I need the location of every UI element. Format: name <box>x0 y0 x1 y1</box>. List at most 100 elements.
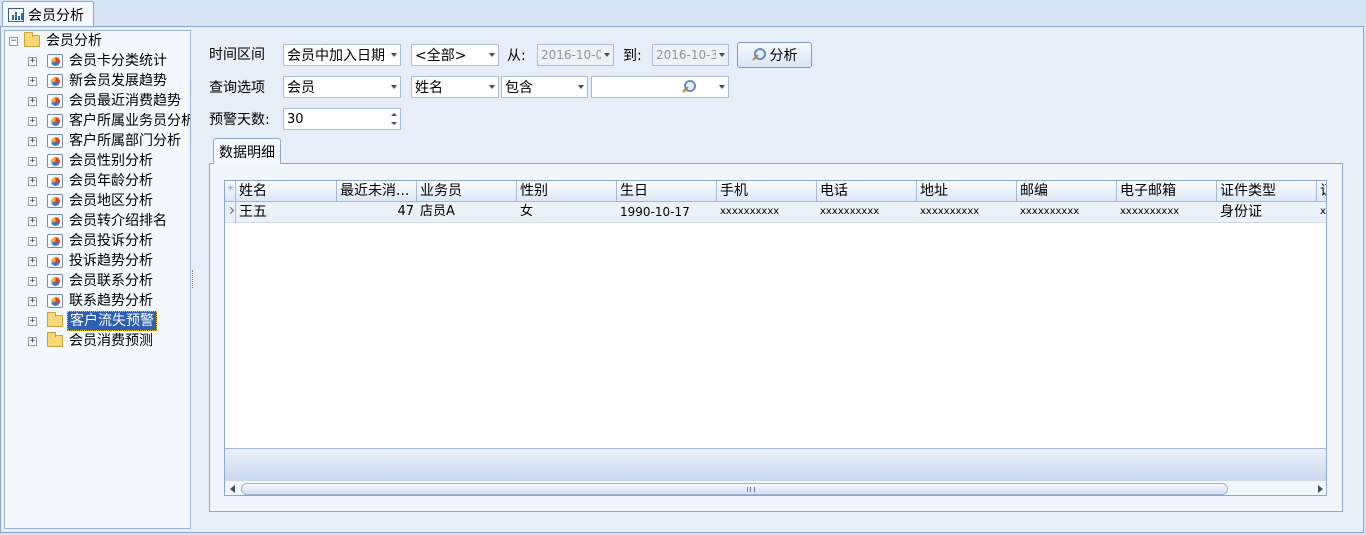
tree-root[interactable]: − 会员分析 <box>9 31 104 51</box>
tree-item[interactable]: + 客户所属业务员分析 <box>28 111 191 131</box>
expand-icon[interactable]: + <box>28 256 37 266</box>
expand-icon[interactable]: + <box>28 276 37 286</box>
table-cell[interactable]: 店员A <box>417 202 517 222</box>
table-cell[interactable]: xxxxxxxxxx <box>917 202 1017 222</box>
expand-icon[interactable]: + <box>28 76 37 86</box>
query-options-label: 查询选项 <box>209 80 265 96</box>
column-header[interactable]: 姓名 <box>236 181 337 202</box>
table-cell[interactable]: xx <box>1317 202 1326 222</box>
expand-icon[interactable]: + <box>28 176 37 186</box>
expand-icon[interactable]: + <box>28 136 37 146</box>
query-operator-select[interactable]: 包含 <box>501 76 588 98</box>
expand-icon[interactable]: + <box>28 96 37 106</box>
tree-item[interactable]: + 联系趋势分析 <box>28 291 155 311</box>
data-grid[interactable]: ✳ 姓名 最近未消... 业务员 性别 生日 手机 电话 地址 邮编 电子邮箱 … <box>224 180 1327 496</box>
tab-data-detail-label: 数据明细 <box>219 144 275 161</box>
analyze-button-label: 分析 <box>769 48 798 64</box>
column-header[interactable]: 手机 <box>717 181 817 202</box>
column-header[interactable]: 电话 <box>817 181 917 202</box>
tree-item-label: 会员卡分类统计 <box>69 53 167 69</box>
column-header[interactable]: 地址 <box>917 181 1017 202</box>
expand-icon[interactable]: + <box>28 116 37 126</box>
pie-chart-icon <box>47 214 63 228</box>
tree-item[interactable]: + 会员联系分析 <box>28 271 155 291</box>
pie-chart-icon <box>47 94 63 108</box>
time-field-select[interactable]: 会员中加入日期 <box>283 44 401 66</box>
column-header[interactable]: 性别 <box>517 181 617 202</box>
tree-item-label: 客户流失预警 <box>67 311 157 331</box>
tree-item[interactable]: + 投诉趋势分析 <box>28 251 155 271</box>
pie-chart-icon <box>47 134 63 148</box>
column-header[interactable]: 生日 <box>617 181 717 202</box>
table-cell[interactable]: 1990-10-17 <box>617 202 717 222</box>
expand-icon[interactable]: + <box>28 156 37 166</box>
expand-icon[interactable]: + <box>28 56 37 66</box>
collapse-icon[interactable]: − <box>9 36 18 46</box>
analyze-button[interactable]: 分析 <box>737 42 812 68</box>
tree-item-label: 会员性别分析 <box>69 153 153 169</box>
column-header[interactable]: 证 <box>1317 181 1326 202</box>
panel-splitter[interactable] <box>192 270 194 288</box>
analysis-panel: 时间区间 会员中加入日期 <全部> 从: 2016-10-0 到: 2016-1… <box>197 30 1363 529</box>
tree-item[interactable]: + 会员转介绍排名 <box>28 211 169 231</box>
tree-item[interactable]: + 会员性别分析 <box>28 151 155 171</box>
tree-item[interactable]: + 会员消费预测 <box>28 331 155 351</box>
analysis-tree[interactable]: − 会员分析 + 会员卡分类统计 + 新会员发展趋势 + 会员最近消费趋势 + … <box>4 30 191 529</box>
column-header[interactable]: 最近未消... <box>337 181 417 202</box>
expand-icon[interactable]: + <box>28 316 37 326</box>
query-target-select[interactable]: 会员 <box>283 76 401 98</box>
expand-icon[interactable]: + <box>28 236 37 246</box>
time-scope-select[interactable]: <全部> <box>411 44 499 66</box>
tree-item[interactable]: + 新会员发展趋势 <box>28 71 169 91</box>
tab-data-detail[interactable]: 数据明细 <box>213 138 281 164</box>
tree-item[interactable]: + 会员最近消费趋势 <box>28 91 183 111</box>
tree-item[interactable]: + 会员地区分析 <box>28 191 155 211</box>
column-header[interactable]: 电子邮箱 <box>1117 181 1217 202</box>
table-row[interactable]: 王五 47 店员A 女 1990-10-17 xxxxxxxxxx xxxxxx… <box>225 202 1326 223</box>
expand-icon[interactable]: + <box>28 216 37 226</box>
tree-item-selected[interactable]: + 客户流失预警 <box>28 311 157 331</box>
tree-item[interactable]: + 会员卡分类统计 <box>28 51 169 71</box>
tree-item-label: 会员联系分析 <box>69 273 153 289</box>
row-indicator-icon <box>225 202 236 223</box>
expand-icon[interactable]: + <box>28 336 37 346</box>
scroll-left-icon[interactable] <box>230 485 235 493</box>
column-header[interactable]: 证件类型 <box>1217 181 1317 202</box>
column-header[interactable]: 邮编 <box>1017 181 1117 202</box>
tree-item[interactable]: + 会员投诉分析 <box>28 231 155 251</box>
query-value-input[interactable] <box>591 76 729 98</box>
from-date-picker[interactable]: 2016-10-0 <box>537 44 614 66</box>
to-date-picker[interactable]: 2016-10-3 <box>652 44 729 66</box>
search-icon[interactable] <box>682 80 696 94</box>
tree-item[interactable]: + 客户所属部门分析 <box>28 131 183 151</box>
tree-item[interactable]: + 会员年龄分析 <box>28 171 155 191</box>
table-cell[interactable]: xxxxxxxxxx <box>817 202 917 222</box>
horizontal-scrollbar[interactable] <box>225 480 1326 495</box>
folder-icon <box>47 332 63 347</box>
scroll-right-icon[interactable] <box>1318 485 1323 493</box>
table-cell[interactable]: xxxxxxxxxx <box>1017 202 1117 222</box>
chevron-down-icon <box>719 53 725 57</box>
to-label: 到: <box>623 48 642 64</box>
header-indicator: ✳ <box>225 181 236 202</box>
tree-item-label: 会员地区分析 <box>69 193 153 209</box>
query-field-value: 姓名 <box>415 80 443 96</box>
tree-item-label: 新会员发展趋势 <box>69 73 167 89</box>
column-header[interactable]: 业务员 <box>417 181 517 202</box>
expand-icon[interactable]: + <box>28 196 37 206</box>
table-cell[interactable]: xxxxxxxxxx <box>1117 202 1217 222</box>
spinner-arrows-icon[interactable] <box>389 110 399 128</box>
scrollbar-thumb[interactable] <box>241 483 1228 495</box>
table-cell[interactable]: 女 <box>517 202 617 222</box>
pie-chart-icon <box>47 54 63 68</box>
tree-item-label: 客户所属业务员分析 <box>69 113 191 129</box>
table-cell[interactable]: 47 <box>337 202 417 222</box>
table-cell[interactable]: 身份证 <box>1217 202 1317 222</box>
chevron-down-icon <box>489 85 495 89</box>
expand-icon[interactable]: + <box>28 296 37 306</box>
table-cell[interactable]: xxxxxxxxxx <box>717 202 817 222</box>
document-tab-member-analysis[interactable]: 会员分析 <box>2 1 94 27</box>
query-field-select[interactable]: 姓名 <box>411 76 499 98</box>
warning-days-spinner[interactable]: 30 <box>283 108 401 130</box>
table-cell[interactable]: 王五 <box>236 202 337 222</box>
